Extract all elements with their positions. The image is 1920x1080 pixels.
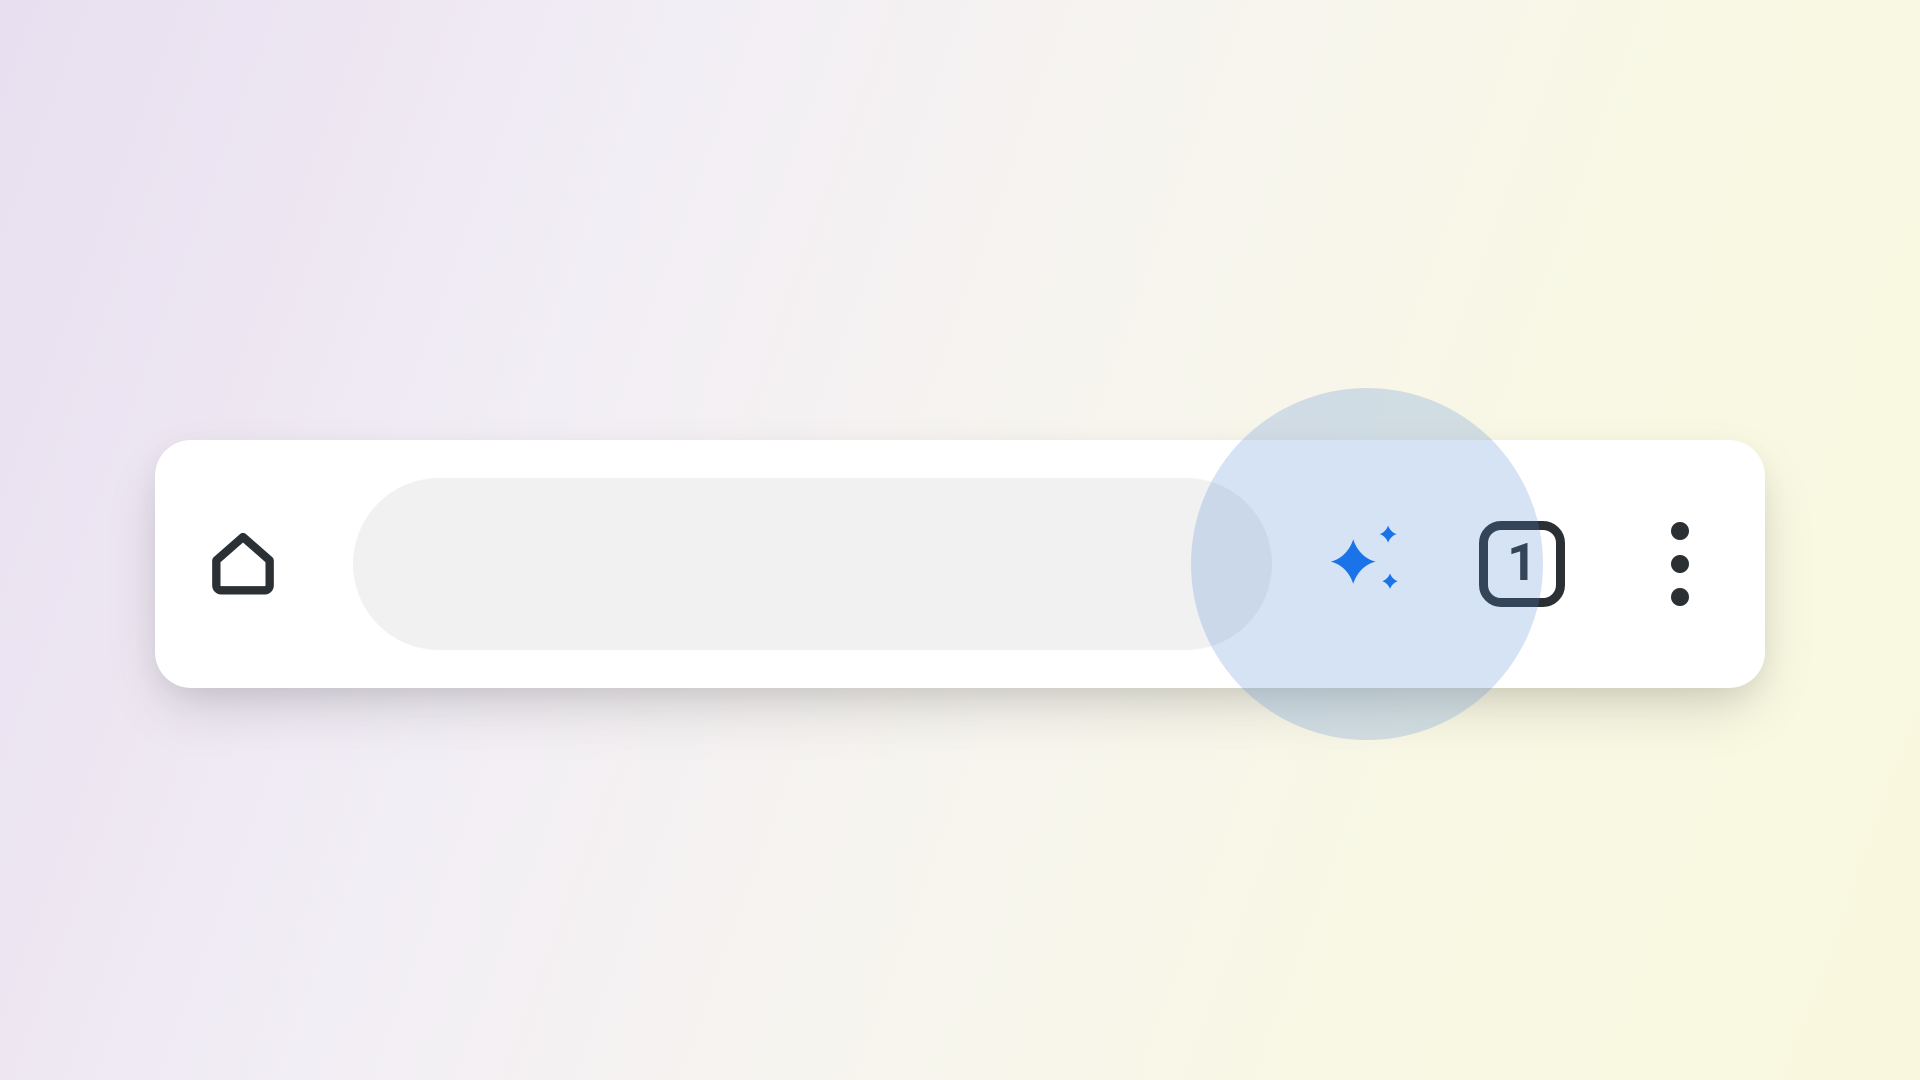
sparkle-icon xyxy=(1319,514,1415,614)
menu-button[interactable] xyxy=(1655,519,1705,609)
tabs-button[interactable]: 1 xyxy=(1479,521,1565,607)
browser-toolbar: 1 xyxy=(155,440,1765,688)
address-input[interactable] xyxy=(353,478,1272,650)
home-icon xyxy=(203,522,283,606)
home-button[interactable] xyxy=(203,524,283,604)
ai-assistant-button[interactable] xyxy=(1317,514,1417,614)
more-vertical-icon xyxy=(1671,522,1689,606)
tabs-count: 1 xyxy=(1507,537,1537,589)
address-bar[interactable] xyxy=(353,478,1272,650)
